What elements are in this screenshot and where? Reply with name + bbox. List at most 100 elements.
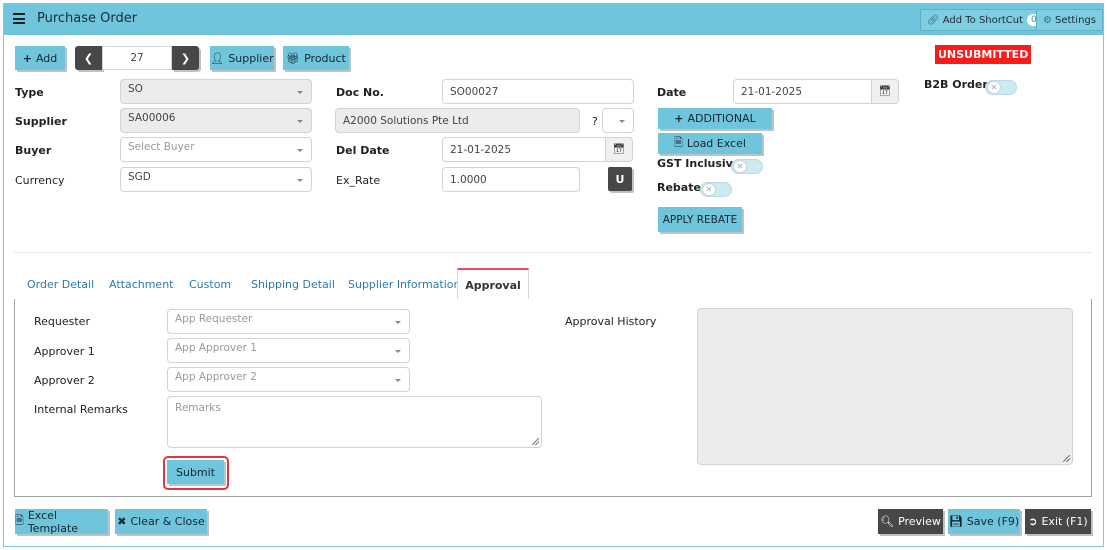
approver2-placeholder: App Approver 2 xyxy=(175,371,257,383)
deldate-input[interactable]: 21-01-2025 xyxy=(442,137,606,162)
tab-supplier-information[interactable]: Supplier Information xyxy=(348,278,461,291)
close-icon: ✕ xyxy=(733,160,747,173)
b2b-label: B2B Order xyxy=(924,78,988,91)
supplier-name-value: A2000 Solutions Pte Ltd xyxy=(343,114,469,127)
plus-icon: + xyxy=(22,51,32,65)
search-icon: 🔍︎ xyxy=(880,515,895,528)
exrate-label: Ex_Rate xyxy=(336,174,381,187)
buyer-select[interactable]: Select Buyer xyxy=(120,137,312,162)
remarks-placeholder: Remarks xyxy=(175,402,221,414)
product-button[interactable]: 🎁︎ Product xyxy=(283,46,349,70)
supplier-select[interactable]: SA00006 xyxy=(120,108,312,133)
gear-icon: ⚙ xyxy=(1043,14,1052,26)
add-button[interactable]: + Add xyxy=(15,46,65,70)
add-to-shortcut-button[interactable]: 🔗︎ Add To ShortCut 0 xyxy=(920,9,1048,31)
exrate-input[interactable]: 1.0000 xyxy=(442,167,580,192)
currency-label: Currency xyxy=(15,174,65,187)
chevron-down-icon xyxy=(395,350,401,353)
file-icon: 🗎︎ xyxy=(15,514,24,527)
exit-label: Exit (F1) xyxy=(1041,515,1088,528)
chevron-down-icon xyxy=(297,149,303,152)
preview-label: Preview xyxy=(898,515,941,528)
remarks-textarea[interactable]: Remarks xyxy=(167,396,542,448)
settings-label: Settings xyxy=(1054,14,1096,26)
supplier-label: Supplier xyxy=(15,115,67,128)
gst-label: GST Inclusive xyxy=(657,157,741,170)
chevron-down-icon xyxy=(395,321,401,324)
close-icon: ✕ xyxy=(987,81,1001,94)
additional-label: ADDITIONAL xyxy=(687,112,756,125)
resize-grip-icon[interactable] xyxy=(1063,455,1070,462)
chevron-left-icon: ❮ xyxy=(83,51,94,65)
buyer-label: Buyer xyxy=(15,144,52,157)
product-button-label: Product xyxy=(304,51,346,65)
chevron-down-icon xyxy=(297,179,303,182)
excel-template-button[interactable]: 🗎︎ Excel Template xyxy=(15,508,108,535)
type-select[interactable]: SO xyxy=(120,79,312,104)
date-input[interactable]: 21-01-2025 xyxy=(733,79,872,104)
load-excel-button[interactable]: 🗎︎ Load Excel xyxy=(658,133,762,154)
supplier-button-label: Supplier xyxy=(228,51,274,65)
supplier-value: SA00006 xyxy=(128,112,176,124)
additional-button[interactable]: + ADDITIONAL xyxy=(658,108,772,129)
docno-input[interactable]: SO00027 xyxy=(442,79,634,104)
buyer-placeholder: Select Buyer xyxy=(128,141,195,153)
close-icon: ✕ xyxy=(702,183,716,196)
update-rate-button[interactable]: U xyxy=(608,167,632,191)
tab-attachment[interactable]: Attachment xyxy=(109,278,174,291)
gst-inclusive-toggle[interactable]: ✕ xyxy=(731,159,763,174)
submit-label: Submit xyxy=(175,465,216,479)
docno-label: Doc No. xyxy=(336,86,384,99)
excel-template-label: Excel Template xyxy=(27,508,79,535)
save-icon: 💾︎ xyxy=(948,515,963,528)
apply-rebate-label: APPLY REBATE xyxy=(662,213,738,226)
title-bar: Purchase Order 🔗︎ Add To ShortCut 0 ⚙ Se… xyxy=(4,4,1103,35)
file-excel-icon: 🗎︎ xyxy=(674,136,683,149)
calendar-icon: 📅︎ xyxy=(878,86,892,97)
clear-close-label: Clear & Close xyxy=(130,515,205,528)
supplier-button[interactable]: 👤︎ Supplier xyxy=(210,46,274,70)
exit-icon: ➲ xyxy=(1028,515,1038,528)
record-number: 27 xyxy=(130,52,144,64)
supplier-name-field: A2000 Solutions Pte Ltd xyxy=(335,108,580,133)
tab-order-detail[interactable]: Order Detail xyxy=(27,278,94,291)
approval-history-textarea[interactable] xyxy=(697,308,1073,465)
save-button[interactable]: 💾︎ Save (F9) xyxy=(948,509,1020,534)
update-rate-label: U xyxy=(615,172,625,186)
chevron-down-icon xyxy=(297,91,303,94)
requester-placeholder: App Requester xyxy=(175,313,253,325)
approver2-select[interactable]: App Approver 2 xyxy=(167,367,410,392)
rebate-label: Rebate xyxy=(657,181,701,194)
preview-button[interactable]: 🔍︎ Preview xyxy=(878,509,943,534)
settings-button[interactable]: ⚙ Settings xyxy=(1036,9,1103,31)
rebate-toggle[interactable]: ✕ xyxy=(700,182,732,197)
load-excel-label: Load Excel xyxy=(686,137,746,150)
close-icon: ✖ xyxy=(117,515,127,528)
clear-close-button[interactable]: ✖ Clear & Close xyxy=(115,509,207,534)
tab-custom[interactable]: Custom xyxy=(189,278,231,291)
previous-record-button[interactable]: ❮ xyxy=(75,46,102,70)
currency-select[interactable]: SGD xyxy=(120,167,312,192)
exit-button[interactable]: ➲ Exit (F1) xyxy=(1025,509,1091,534)
shortcut-label: Add To ShortCut xyxy=(942,14,1024,26)
exrate-value: 1.0000 xyxy=(450,173,487,186)
resize-grip-icon[interactable] xyxy=(532,438,539,445)
tab-shipping-detail[interactable]: Shipping Detail xyxy=(251,278,335,291)
b2b-order-toggle[interactable]: ✕ xyxy=(985,80,1017,95)
deldate-calendar-button[interactable]: 📅︎ xyxy=(606,137,633,162)
approval-history-label: Approval History xyxy=(565,315,657,328)
user-icon: 👤︎ xyxy=(210,51,225,65)
record-number-field[interactable]: 27 xyxy=(102,46,172,70)
menu-icon[interactable] xyxy=(13,13,25,24)
next-record-button[interactable]: ❯ xyxy=(172,46,199,70)
supplier-option-select[interactable] xyxy=(602,108,634,133)
approver1-select[interactable]: App Approver 1 xyxy=(167,338,410,363)
apply-rebate-button[interactable]: APPLY REBATE xyxy=(658,207,742,232)
tab-approval[interactable]: Approval xyxy=(457,268,529,300)
date-calendar-button[interactable]: 📅︎ xyxy=(872,79,899,104)
save-label: Save (F9) xyxy=(966,515,1020,528)
requester-select[interactable]: App Requester xyxy=(167,309,410,334)
plus-icon: + xyxy=(674,112,684,125)
submit-button[interactable]: Submit xyxy=(167,460,224,484)
type-label: Type xyxy=(15,86,44,99)
